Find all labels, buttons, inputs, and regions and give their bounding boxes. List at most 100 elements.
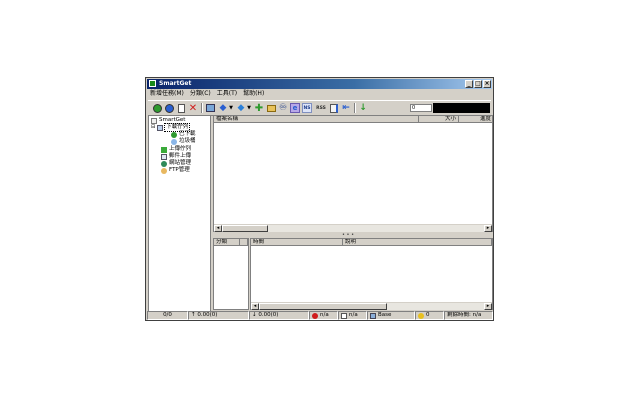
add-button[interactable]: ✚ bbox=[254, 103, 264, 113]
menu-tools[interactable]: 工具(T) bbox=[217, 90, 237, 98]
search-button[interactable]: ♾ bbox=[278, 103, 288, 113]
chevron-down-icon: ▼ bbox=[247, 105, 251, 111]
menu-help[interactable]: 幫助(H) bbox=[243, 90, 264, 98]
column-header-category[interactable]: 分類 bbox=[214, 239, 240, 246]
tree-item-mail-upload[interactable]: 郵件上傳 bbox=[161, 153, 191, 160]
new-button[interactable] bbox=[176, 103, 186, 113]
move-down-button[interactable]: ◆ bbox=[236, 103, 246, 113]
ie-button[interactable]: e bbox=[290, 103, 300, 113]
delete-button[interactable]: ✕ bbox=[188, 103, 198, 113]
folder-button[interactable] bbox=[266, 103, 276, 113]
downloaded-icon bbox=[171, 131, 177, 138]
toolbar-separator bbox=[354, 103, 356, 113]
scroll-left-button[interactable]: ◂ bbox=[214, 225, 222, 232]
tree-item-upload-queue[interactable]: 上傳佇列 bbox=[161, 146, 191, 153]
rss-button[interactable]: RSS bbox=[315, 103, 327, 113]
tree-item-trash[interactable]: 垃圾桶 bbox=[171, 138, 196, 145]
move-down-icon: ◆ bbox=[237, 102, 245, 113]
export-button[interactable]: ⇤ bbox=[341, 103, 351, 113]
stop-button[interactable] bbox=[164, 103, 174, 113]
properties-button[interactable] bbox=[205, 103, 215, 113]
status-download-text: ↓ 0.00(0) bbox=[252, 312, 279, 318]
tree-item-label: 上傳佇列 bbox=[169, 146, 192, 152]
status-remaining-time: 剩餘時間: n/a bbox=[444, 311, 493, 320]
window-title: SmartGet bbox=[159, 80, 192, 87]
tree-item-ftp-manager[interactable]: FTP管理 bbox=[161, 167, 190, 174]
smartget-window: SmartGet _ □ × 新增任務(M) 分類(C) 工具(T) 幫助(H)… bbox=[145, 77, 494, 321]
status-mode: Base bbox=[367, 311, 415, 320]
network-icon bbox=[370, 312, 376, 319]
error-icon bbox=[312, 312, 318, 319]
speed-icon: ↓ bbox=[359, 102, 367, 113]
binoculars-icon: ♾ bbox=[278, 102, 288, 113]
start-button[interactable] bbox=[152, 103, 162, 113]
move-up-button[interactable]: ◆ bbox=[218, 103, 228, 113]
status-download: ↓ 0.00(0) bbox=[249, 311, 309, 320]
status-display-panel bbox=[433, 103, 490, 113]
rss-icon: RSS bbox=[316, 105, 326, 111]
window-controls: _ □ × bbox=[465, 80, 491, 88]
toolbar-separator bbox=[201, 103, 203, 113]
status-upload: ↑ 0.00(0) bbox=[188, 311, 249, 320]
tree-root[interactable]: SmartGet bbox=[151, 117, 185, 124]
ns-button[interactable]: NS bbox=[302, 103, 312, 113]
app-icon bbox=[149, 80, 156, 87]
tree-item-downloading[interactable]: ⊟ 下載佇列 bbox=[151, 123, 191, 132]
status-error-text: n/a bbox=[320, 312, 329, 318]
delete-icon: ✕ bbox=[188, 102, 198, 114]
properties-icon bbox=[205, 104, 215, 112]
status-upload-text: ↑ 0.00(0) bbox=[191, 312, 218, 318]
mail-icon bbox=[161, 153, 167, 160]
column-header-size[interactable]: 大小 bbox=[419, 116, 459, 123]
tree-item-label: 垃圾桶 bbox=[179, 138, 196, 144]
close-button[interactable]: × bbox=[483, 80, 491, 88]
scroll-thumb[interactable] bbox=[259, 303, 387, 310]
file-list[interactable]: 檔案名稱 大小 進度 ◂ ▸ bbox=[213, 115, 493, 232]
column-header-blank[interactable] bbox=[240, 239, 248, 246]
globe-icon bbox=[161, 160, 167, 167]
speed-limit-button[interactable]: ↓ bbox=[358, 103, 368, 113]
splitter-grip-icon: • • • bbox=[342, 232, 355, 238]
tree-item-site-manager[interactable]: 網站管理 bbox=[161, 160, 191, 167]
ftp-icon bbox=[161, 167, 167, 174]
category-tree[interactable]: SmartGet ⊟ 下載佇列 已下載 垃圾桶 上傳佇列 郵件上傳 網站管理 F… bbox=[148, 115, 211, 312]
menu-category[interactable]: 分類(C) bbox=[190, 90, 211, 98]
horizontal-scrollbar[interactable]: ◂ ▸ bbox=[214, 224, 492, 232]
maximize-button[interactable]: □ bbox=[474, 80, 482, 88]
move-down-dropdown[interactable]: ▼ bbox=[246, 103, 252, 113]
status-remaining-time-text: 剩餘時間: n/a bbox=[447, 312, 482, 318]
folder-icon bbox=[266, 104, 276, 112]
tree-root-label: SmartGet bbox=[159, 117, 186, 123]
minimize-button[interactable]: _ bbox=[465, 80, 473, 88]
menu-new-task[interactable]: 新增任務(M) bbox=[150, 90, 184, 98]
move-up-icon: ◆ bbox=[219, 102, 227, 113]
status-count: 0/0 bbox=[147, 311, 188, 320]
disk-icon bbox=[341, 312, 347, 319]
stop-icon bbox=[164, 103, 174, 113]
scroll-thumb[interactable] bbox=[222, 225, 268, 232]
collapse-icon: ⊟ bbox=[151, 124, 156, 130]
edit-icon bbox=[330, 103, 338, 113]
scroll-right-button[interactable]: ▸ bbox=[484, 303, 492, 310]
status-tasks: 0 bbox=[415, 311, 444, 320]
edit-button[interactable] bbox=[329, 103, 339, 113]
title-bar[interactable]: SmartGet _ □ × bbox=[147, 79, 492, 89]
horizontal-scrollbar[interactable]: ◂ ▸ bbox=[251, 302, 492, 310]
column-header-time[interactable]: 時間 bbox=[251, 239, 343, 246]
toolbar: ✕ ◆ ▼ ◆ ▼ ✚ ♾ e NS RSS ⇤ ↓ 0 bbox=[148, 100, 491, 116]
add-green-icon: ✚ bbox=[254, 102, 264, 114]
move-up-dropdown[interactable]: ▼ bbox=[228, 103, 234, 113]
speed-limit-spinner[interactable]: 0 bbox=[410, 104, 432, 112]
chevron-down-icon: ▼ bbox=[229, 105, 233, 111]
column-header-progress[interactable]: 進度 bbox=[459, 116, 493, 123]
category-list[interactable]: 分類 bbox=[213, 238, 249, 310]
column-header-description[interactable]: 說明 bbox=[343, 239, 492, 246]
tree-item-downloaded[interactable]: 已下載 bbox=[171, 131, 196, 138]
scroll-left-button[interactable]: ◂ bbox=[251, 303, 259, 310]
log-list[interactable]: 時間 說明 ◂ ▸ bbox=[250, 238, 493, 310]
column-header-filename[interactable]: 檔案名稱 bbox=[214, 116, 419, 123]
tree-item-label: 已下載 bbox=[179, 131, 196, 137]
scroll-right-button[interactable]: ▸ bbox=[484, 225, 492, 232]
pane-splitter[interactable]: • • • bbox=[213, 232, 493, 238]
status-disk-text: n/a bbox=[349, 312, 358, 318]
